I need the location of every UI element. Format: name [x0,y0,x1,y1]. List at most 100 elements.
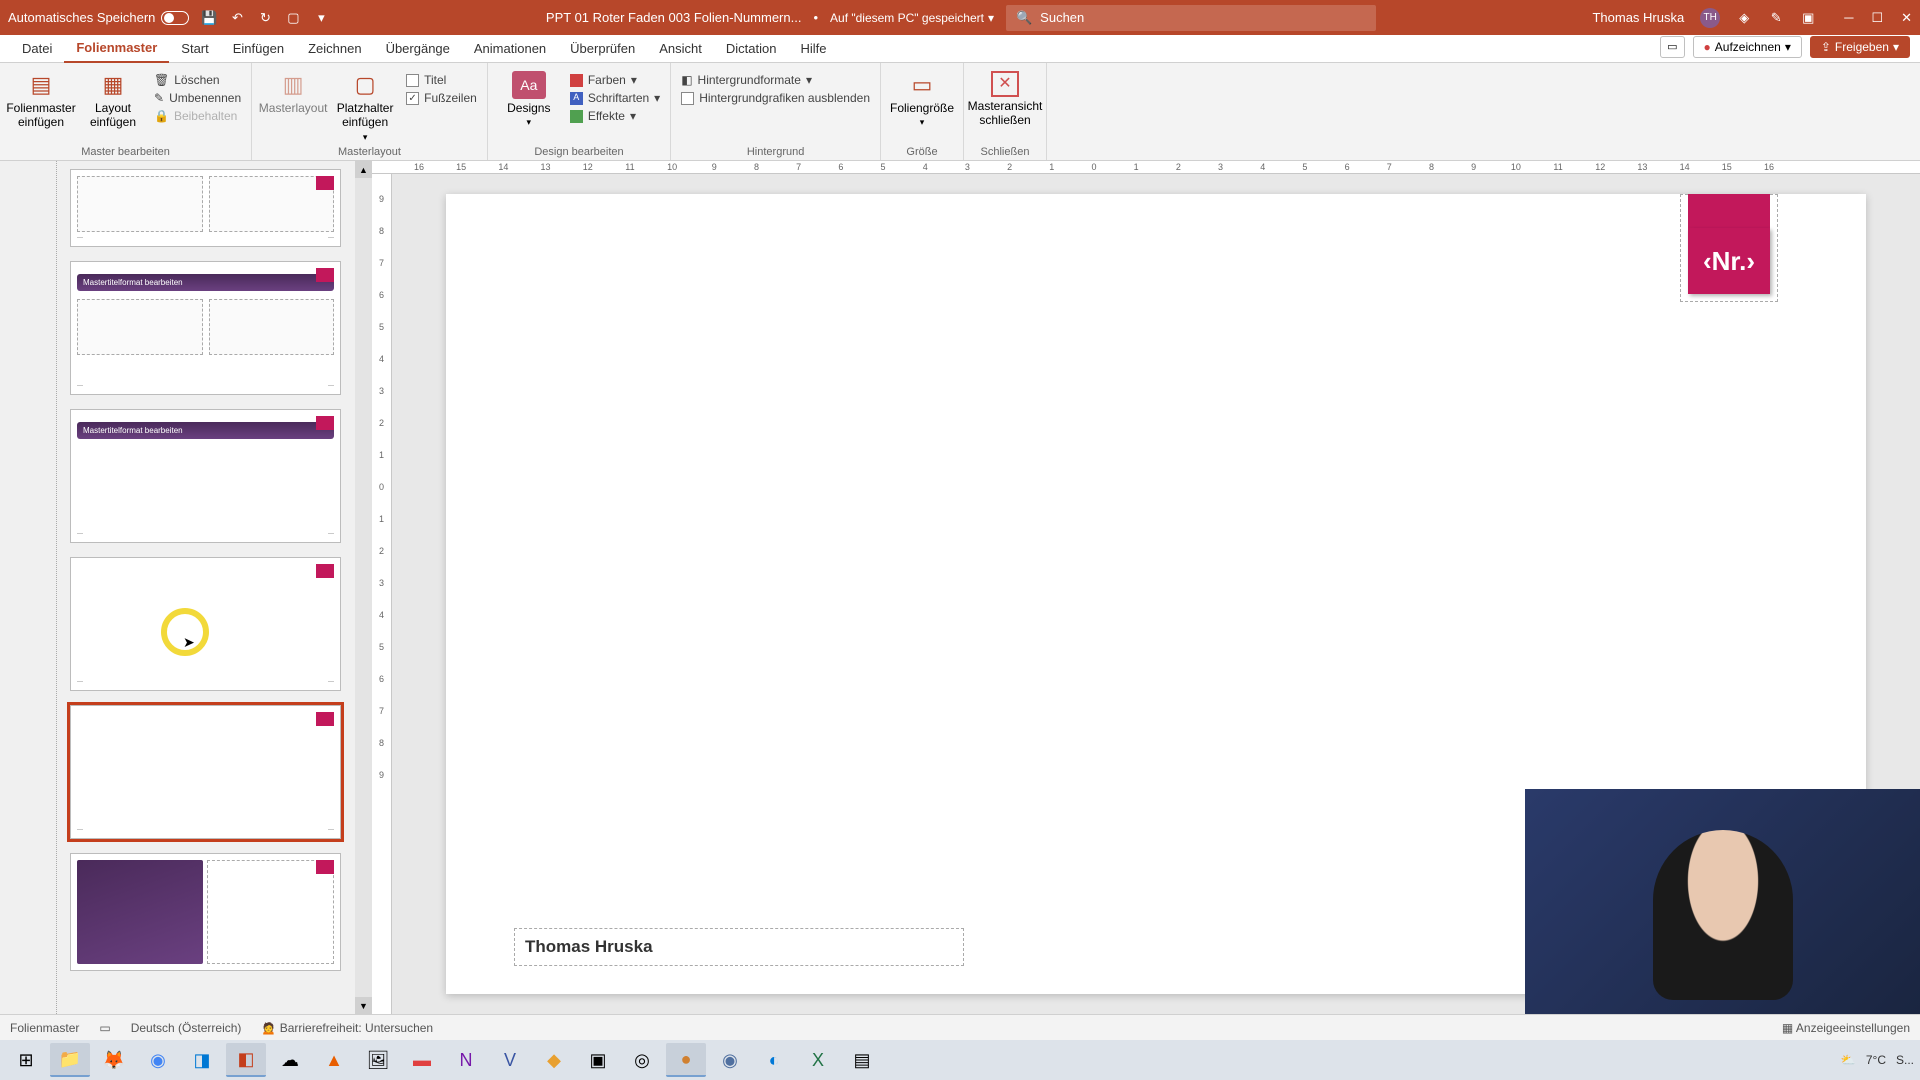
tab-hilfe[interactable]: Hilfe [788,37,838,62]
colors-icon [570,74,583,87]
taskbar-chrome[interactable]: ◉ [138,1043,178,1077]
diamond-icon[interactable]: ◈ [1736,10,1752,26]
mini-badge-icon [316,268,334,282]
taskbar-vlc[interactable]: ▲ [314,1043,354,1077]
taskbar-app[interactable]: ▣ [578,1043,618,1077]
scroll-up-icon[interactable]: ▲ [355,161,372,178]
save-icon[interactable]: 💾 [201,10,217,26]
scroll-down-icon[interactable]: ▼ [355,997,372,1014]
close-icon[interactable]: ✕ [1901,10,1912,26]
taskbar-app[interactable]: ◉ [710,1043,750,1077]
dropdown-icon[interactable]: ▾ [313,10,329,26]
checkbox-icon [681,92,694,105]
tab-einfuegen[interactable]: Einfügen [221,37,296,62]
mini-badge-icon [316,176,334,190]
tab-uebergaenge[interactable]: Übergänge [374,37,462,62]
footer-placeholder[interactable]: Thomas Hruska [514,928,964,966]
redo-icon[interactable]: ↻ [257,10,273,26]
slide-canvas[interactable]: ‹Nr.› Thomas Hruska [392,174,1920,1014]
tab-ansicht[interactable]: Ansicht [647,37,714,62]
thumbnail-scrollbar[interactable]: ▲ ▼ [355,161,372,1014]
status-accessibility[interactable]: 🙍 Barrierefreiheit: Untersuchen [261,1021,433,1035]
tab-ueberpruefen[interactable]: Überprüfen [558,37,647,62]
page-number-placeholder[interactable]: ‹Nr.› [1688,194,1770,294]
taskbar-obs[interactable]: ◎ [622,1043,662,1077]
status-display-settings[interactable]: ▦ Anzeigeeinstellungen [1782,1021,1910,1035]
collapse-ribbon-button[interactable]: ▭ [1660,36,1684,58]
start-button[interactable]: ⊞ [6,1043,46,1077]
taskbar-outlook[interactable]: ◨ [182,1043,222,1077]
close-master-button[interactable]: ✕Masteransicht schließen [974,67,1036,128]
autosave-toggle[interactable]: Automatisches Speichern [8,10,189,25]
tab-folienmaster[interactable]: Folienmaster [64,36,169,63]
size-icon: ▭ [906,71,938,99]
insert-layout-button[interactable]: ▦Layout einfügen [82,67,144,130]
colors-button[interactable]: Farben ▾ [570,73,660,87]
tab-datei[interactable]: Datei [10,37,64,62]
group-label: Hintergrund [681,144,870,158]
taskbar-app[interactable]: ☁ [270,1043,310,1077]
fonts-button[interactable]: ASchriftarten ▾ [570,91,660,105]
designs-button[interactable]: AaDesigns▾ [498,67,560,128]
layout-thumbnail[interactable] [70,853,341,971]
insert-placeholder-button[interactable]: ▢Platzhalter einfügen▾ [334,67,396,143]
tab-animationen[interactable]: Animationen [462,37,558,62]
chevron-down-icon: ▾ [988,11,994,25]
pen-icon[interactable]: ✎ [1768,10,1784,26]
present-icon[interactable]: ▢ [285,10,301,26]
layout-thumbnail[interactable]: Mastertitelformat bearbeiten —— [70,261,341,395]
webcam-overlay [1525,789,1920,1014]
tab-start[interactable]: Start [169,37,220,62]
slide-size-button[interactable]: ▭Foliengröße▾ [891,67,953,128]
checkbox-icon [406,74,419,87]
hide-bg-checkbox[interactable]: Hintergrundgrafiken ausblenden [681,91,870,105]
taskbar-edge[interactable]: ◐ [754,1043,794,1077]
weather-temp[interactable]: 7°C [1866,1053,1886,1067]
maximize-icon[interactable]: ☐ [1871,10,1883,26]
ribbon-group-size: ▭Foliengröße▾ Größe [881,63,964,160]
taskbar-app[interactable]: ▤ [842,1043,882,1077]
footer-checkbox[interactable]: ✓Fußzeilen [406,91,477,105]
tab-zeichnen[interactable]: Zeichnen [296,37,373,62]
username-label[interactable]: Thomas Hruska [1592,10,1684,25]
undo-icon[interactable]: ↶ [229,10,245,26]
layout-thumbnail[interactable]: —— [70,169,341,247]
weather-icon[interactable]: ⛅ [1841,1053,1856,1067]
taskbar-powerpoint[interactable]: ◧ [226,1043,266,1077]
insert-slide-master-button[interactable]: ▤Folienmaster einfügen [10,67,72,130]
effects-button[interactable]: Effekte ▾ [570,109,660,123]
rename-button[interactable]: ✎Umbenennen [154,91,241,105]
status-language[interactable]: Deutsch (Österreich) [131,1021,242,1035]
status-view[interactable]: Folienmaster [10,1021,79,1035]
preserve-button[interactable]: 🔒Beibehalten [154,109,241,123]
record-button[interactable]: ●Aufzeichnen▾ [1693,36,1802,58]
taskbar-explorer[interactable]: 📁 [50,1043,90,1077]
tab-dictation[interactable]: Dictation [714,37,789,62]
layout-thumbnail[interactable]: ➤ —— [70,557,341,691]
taskbar-onenote[interactable]: N [446,1043,486,1077]
taskbar-firefox[interactable]: 🦊 [94,1043,134,1077]
search-input[interactable]: 🔍 Suchen [1006,5,1376,31]
layout-icon: ▦ [97,71,129,99]
delete-button[interactable]: 🗑Löschen [154,73,241,87]
taskbar-app[interactable]: 🖼 [358,1043,398,1077]
document-title[interactable]: PPT 01 Roter Faden 003 Folien-Nummern... [546,10,802,25]
taskbar-app[interactable]: ● [666,1043,706,1077]
taskbar-app[interactable]: ▬ [402,1043,442,1077]
share-icon: ⇪ [1821,40,1831,54]
window-icon[interactable]: ▣ [1800,10,1816,26]
user-avatar[interactable]: TH [1700,8,1720,28]
taskbar-visio[interactable]: V [490,1043,530,1077]
toggle-icon [161,11,189,25]
search-icon: 🔍 [1016,10,1032,26]
saved-location[interactable]: Auf "diesem PC" gespeichert ▾ [830,11,994,25]
taskbar-app[interactable]: ◆ [534,1043,574,1077]
title-checkbox[interactable]: Titel [406,73,477,87]
layout-thumbnail-selected[interactable]: —— [70,705,341,839]
bg-formats-button[interactable]: ◧Hintergrundformate ▾ [681,73,870,87]
minimize-icon[interactable]: ─ [1844,10,1853,26]
share-button[interactable]: ⇪Freigeben▾ [1810,36,1910,58]
layout-thumbnail[interactable]: Mastertitelformat bearbeiten —— [70,409,341,543]
taskbar-excel[interactable]: X [798,1043,838,1077]
masterlayout-button[interactable]: ▥Masterlayout [262,67,324,115]
